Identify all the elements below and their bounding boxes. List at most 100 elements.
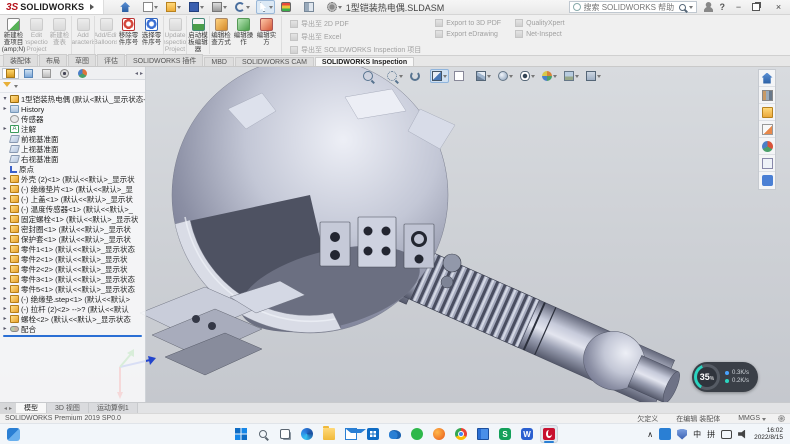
status-under-defined[interactable]: 欠定义 [637, 414, 664, 424]
add-edit-balloons-button[interactable]: Add/Edit Balloons [94, 16, 117, 54]
export-excel-button[interactable]: 导出至 Excel [290, 32, 421, 42]
tree-item-annotations[interactable]: 注解 [0, 124, 145, 134]
solidworks-forum-icon[interactable] [759, 172, 775, 189]
solidworks-taskbar-icon[interactable] [540, 425, 558, 443]
status-units[interactable]: MMGS [738, 414, 766, 424]
tree-item-mates[interactable]: 配合 [0, 324, 145, 334]
tree-item-part3[interactable]: 零件3<1> (默认<<默认>_显示状态 [0, 274, 145, 284]
tree-item-sensors[interactable]: 传感器 [0, 114, 145, 124]
search-button[interactable] [254, 425, 272, 443]
tab-featuremanager[interactable] [2, 68, 19, 79]
taskbar-clock[interactable]: 16:02 2022/8/15 [754, 427, 783, 442]
tab-displaymanager[interactable] [74, 68, 91, 79]
edit-vendor-button[interactable]: 编辑实方 [255, 16, 278, 54]
close-button[interactable]: × [772, 1, 785, 14]
tree-item-seal-ring[interactable]: 密封圈<1> (默认<<默认>_显示状 [0, 224, 145, 234]
tab-solidworks-inspection[interactable]: SOLIDWORKS Inspection [315, 57, 414, 66]
tree-item-history[interactable]: History [0, 104, 145, 114]
expand-icon[interactable] [2, 184, 8, 194]
s-app-icon[interactable]: S [496, 425, 514, 443]
speed-monitor-badge[interactable]: 35 % 0.3K/s 0.2K/s [692, 362, 758, 392]
tab-configurationmanager[interactable] [38, 68, 55, 79]
export-inspection-project-button[interactable]: 导出至 SOLIDWORKS Inspection 项目 [290, 45, 421, 55]
display-style-icon[interactable] [496, 69, 515, 83]
hide-show-items-icon[interactable] [518, 69, 537, 83]
new-doc-icon[interactable] [141, 0, 160, 14]
custom-properties-icon[interactable] [759, 155, 775, 172]
search-dropdown-icon[interactable] [689, 6, 693, 11]
view-settings-icon[interactable] [584, 69, 603, 83]
status-options-icon[interactable] [778, 415, 785, 422]
search-icon[interactable] [679, 4, 686, 11]
expand-icon[interactable] [2, 124, 8, 134]
remove-balloon-button[interactable]: 移除零件序号 [117, 16, 140, 54]
new-inspection-sheet-button[interactable]: 新建检查表 [48, 16, 71, 54]
restore-button[interactable] [752, 3, 765, 11]
tabs-scroll-right-icon[interactable]: ▸ [9, 405, 12, 412]
template-editor-button[interactable]: 启动模板编辑器 [186, 16, 209, 54]
dynamic-annotation-icon[interactable] [452, 69, 471, 83]
export-2d-pdf-button[interactable]: 导出至 2D PDF [290, 19, 421, 29]
tree-item-insulation-gasket[interactable]: (-) 绝缘垫片<1> (默认<<默认>_显 [0, 184, 145, 194]
panel-prev-icon[interactable]: ◂ [135, 70, 138, 77]
display-settings-icon[interactable] [302, 0, 321, 14]
tree-item-protective-sleeve[interactable]: 保护套<1> (默认<<默认>_显示状 [0, 234, 145, 244]
filter-icon[interactable] [3, 82, 11, 91]
widgets-button[interactable] [5, 426, 22, 443]
expand-icon[interactable] [2, 224, 8, 234]
tree-item-origin[interactable]: 原点 [0, 164, 145, 174]
edit-appearance-icon[interactable] [540, 69, 559, 83]
tree-item-top-plane[interactable]: 上视基准面 [0, 144, 145, 154]
tree-item-part2-2[interactable]: 零件2<2> (默认<<默认>_显示状 [0, 264, 145, 274]
tree-item-bolt2[interactable]: 螺栓<2> (默认<<默认>_显示状态 [0, 314, 145, 324]
options-icon[interactable] [325, 0, 344, 14]
tree-filter-input[interactable] [21, 83, 142, 90]
ime-pinyin-indicator[interactable]: 拼 [707, 429, 715, 440]
tree-item-front-plane[interactable]: 前视基准面 [0, 134, 145, 144]
zoom-area-icon[interactable] [384, 68, 405, 84]
tree-item-temp-sensor[interactable]: (-) 温度传感器<1> (默认<<默认>_ [0, 204, 145, 214]
open-icon[interactable] [164, 0, 183, 14]
net-inspect-button[interactable]: Net-Inspect [515, 30, 565, 38]
print-icon[interactable] [210, 0, 229, 14]
expand-icon[interactable] [2, 264, 8, 274]
expand-icon[interactable] [2, 314, 8, 324]
export-edrawing-button[interactable]: Export eDrawing [435, 30, 501, 38]
expand-icon[interactable] [2, 304, 8, 314]
tab-propertymanager[interactable] [20, 68, 37, 79]
filter-dropdown-icon[interactable] [14, 85, 18, 90]
tree-item-right-plane[interactable]: 右视基准面 [0, 154, 145, 164]
volume-icon[interactable] [738, 430, 748, 439]
file-explorer-taskbar-icon[interactable] [320, 425, 338, 443]
update-inspection-project-button[interactable]: Update Inspection Project [163, 16, 186, 54]
view-palette-icon[interactable] [759, 121, 775, 138]
design-library-icon[interactable] [759, 87, 775, 104]
appearances-scenes-icon[interactable] [759, 138, 775, 155]
w-app-icon[interactable]: W [518, 425, 536, 443]
undo-icon[interactable] [233, 0, 252, 14]
tabs-scroll-left-icon[interactable]: ◂ [4, 405, 7, 412]
tray-security-icon[interactable] [677, 429, 687, 440]
edge-icon[interactable] [298, 425, 316, 443]
add-characteristic-button[interactable]: Add Characteristic [71, 16, 94, 54]
graphics-viewport[interactable]: 35 % 0.3K/s 0.2K/s ◂▸ [0, 67, 790, 402]
tree-item-part5[interactable]: 零件5<1> (默认<<默认>_显示状态 [0, 284, 145, 294]
file-explorer-icon[interactable] [759, 104, 775, 121]
apply-scene-icon[interactable] [562, 69, 581, 83]
orange-app-icon[interactable] [430, 425, 448, 443]
qualityxpert-button[interactable]: QualityXpert [515, 19, 565, 27]
store-icon[interactable] [364, 425, 382, 443]
expand-icon[interactable] [2, 94, 8, 104]
tree-item-fixing-bolt[interactable]: 固定螺栓<1> (默认<<默认>_显示状 [0, 214, 145, 224]
tab-model[interactable]: 模型 [16, 403, 47, 413]
home-icon[interactable] [118, 0, 137, 14]
previous-view-icon[interactable] [408, 69, 427, 83]
expand-icon[interactable] [2, 174, 8, 184]
tree-item-part2-1[interactable]: 零件2<1> (默认<<默认>_显示状 [0, 254, 145, 264]
view-orientation-icon[interactable] [474, 69, 493, 83]
start-button[interactable] [232, 425, 250, 443]
chrome-icon[interactable] [452, 425, 470, 443]
reader-app-icon[interactable] [474, 425, 492, 443]
rollback-bar[interactable] [3, 335, 142, 337]
display-tray-icon[interactable] [721, 430, 732, 439]
